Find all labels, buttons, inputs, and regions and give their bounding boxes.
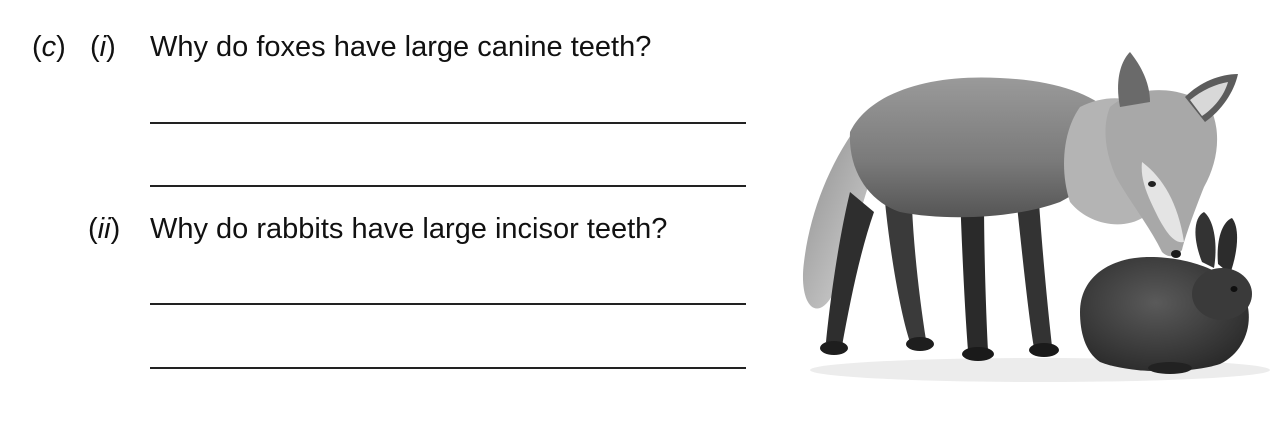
subpart-label-i: (i)	[90, 31, 116, 63]
fox-paw-4	[1029, 343, 1059, 357]
answer-line-i-1[interactable]	[150, 122, 746, 124]
part-letter: c	[41, 31, 57, 63]
rabbit-ear-right	[1217, 218, 1238, 274]
question-text-i: Why do foxes have large canine teeth?	[150, 31, 652, 63]
subpart-numeral-ii: ii	[97, 213, 111, 245]
fox-nose	[1171, 250, 1181, 258]
subpart-label-ii: (ii)	[88, 213, 121, 245]
part-label: (c)	[32, 31, 66, 63]
fox-back-leg-2	[885, 202, 926, 342]
answer-line-ii-2[interactable]	[150, 367, 746, 369]
fox-ear-left	[1118, 52, 1150, 107]
fox-paw-2	[906, 337, 934, 351]
rabbit-eye	[1230, 286, 1238, 292]
fox-eye	[1148, 181, 1156, 187]
rabbit-ear-left	[1195, 212, 1216, 268]
subpart-numeral-i: i	[99, 31, 107, 63]
fox-rabbit-image	[802, 52, 1270, 382]
answer-line-i-2[interactable]	[150, 185, 746, 187]
fox-paw-1	[820, 341, 848, 355]
question-text-ii: Why do rabbits have large incisor teeth?	[150, 213, 668, 245]
rabbit-foot	[1148, 362, 1192, 374]
fox-paw-3	[962, 347, 994, 361]
rabbit-head	[1192, 268, 1252, 320]
answer-line-ii-1[interactable]	[150, 303, 746, 305]
